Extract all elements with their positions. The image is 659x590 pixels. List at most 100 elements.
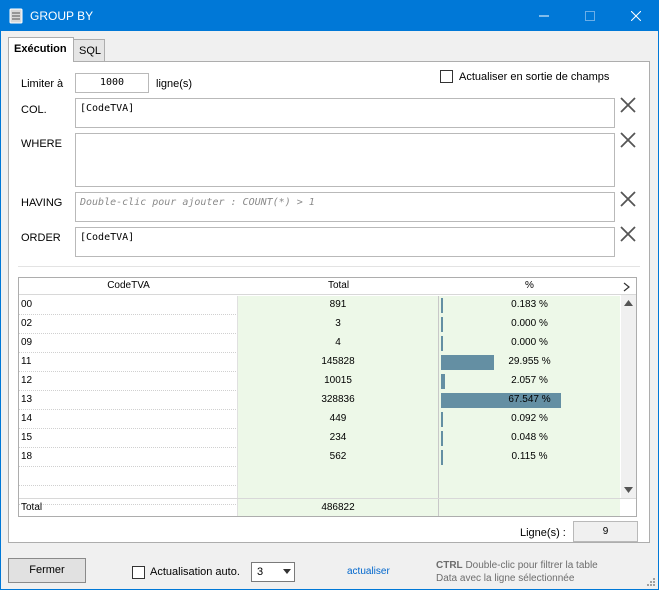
percent-label: 0.183 % [511,299,548,310]
rowcount-label: Ligne(s) : [520,527,566,539]
refresh-link[interactable]: actualiser [347,566,390,577]
cell-codetva: 18 [19,448,238,467]
order-field[interactable]: [CodeTVA] [75,227,615,257]
chevron-right-icon[interactable] [623,282,631,292]
percent-label: 0.000 % [511,318,548,329]
percent-label: 67.547 % [508,394,551,405]
having-field[interactable]: Double-clic pour ajouter : COUNT(*) > 1 [75,192,615,222]
cell-percent: 0.000 % [439,315,620,334]
total-percent-cell [439,499,620,516]
table-row[interactable]: 02 3 0.000 % [19,315,620,334]
table-row[interactable] [19,467,620,486]
separator [18,266,640,267]
table-row[interactable]: 13 328836 67.547 % [19,391,620,410]
having-label: HAVING [21,197,63,209]
percent-label: 0.000 % [511,337,548,348]
cell-total: 562 [238,448,439,467]
clear-having-icon[interactable] [619,190,637,208]
auto-refresh-label: Actualisation auto. [150,566,240,578]
cell-percent: 0.092 % [439,410,620,429]
triangle-up-icon [624,300,633,306]
scroll-up-button[interactable] [621,295,636,311]
table-row[interactable]: 14 449 0.092 % [19,410,620,429]
total-value: 486822 [238,499,439,516]
cell-percent: 67.547 % [439,391,620,410]
cell-codetva: 14 [19,410,238,429]
table-row[interactable]: 00 891 0.183 % [19,296,620,315]
cell-percent [439,467,620,486]
table-row[interactable]: 09 4 0.000 % [19,334,620,353]
cell-codetva: 09 [19,334,238,353]
cell-percent: 0.183 % [439,296,620,315]
close-icon [631,10,641,21]
maximize-icon [585,10,595,21]
clear-order-icon[interactable] [619,225,637,243]
cell-percent: 0.000 % [439,334,620,353]
cell-total: 10015 [238,372,439,391]
cell-total: 3 [238,315,439,334]
column-header-codetva[interactable]: CodeTVA [19,280,238,291]
tab-sql[interactable]: SQL [73,39,105,61]
close-window-button[interactable] [613,0,659,31]
clear-col-icon[interactable] [619,96,637,114]
hint-line2: Data avec la ligne sélectionnée [436,573,575,584]
cell-percent: 0.115 % [439,448,620,467]
cell-codetva: 00 [19,296,238,315]
col-field[interactable]: [CodeTVA] [75,98,615,128]
maximize-button[interactable] [567,0,613,31]
close-button[interactable]: Fermer [8,558,86,583]
table-row[interactable]: 15 234 0.048 % [19,429,620,448]
rowcount-value: 9 [573,521,638,542]
where-field[interactable] [75,133,615,187]
database-icon [9,8,23,24]
cell-total: 234 [238,429,439,448]
cell-codetva [19,467,238,486]
grid-header: CodeTVA Total % [19,278,636,295]
cell-codetva: 02 [19,315,238,334]
triangle-down-icon [624,487,633,493]
vertical-scrollbar[interactable] [621,295,636,498]
hint-key: CTRL [436,560,463,571]
cell-total: 891 [238,296,439,315]
window-title: GROUP BY [30,9,94,23]
table-row[interactable]: 18 562 0.115 % [19,448,620,467]
cell-codetva: 12 [19,372,238,391]
chevron-down-icon [283,569,291,574]
cell-codetva: 13 [19,391,238,410]
interval-select[interactable]: 3 [251,562,295,582]
cell-percent: 29.955 % [439,353,620,372]
limit-input[interactable]: 1000 [75,73,149,93]
results-grid[interactable]: CodeTVA Total % 00 891 0.183 % 02 3 0.000 % 09… [18,277,637,517]
cell-percent: 0.048 % [439,429,620,448]
column-header-total[interactable]: Total [238,280,439,291]
minimize-button[interactable] [521,0,567,31]
clear-where-icon[interactable] [619,131,637,149]
percent-label: 0.115 % [511,451,548,462]
cell-total: 145828 [238,353,439,372]
order-label: ORDER [21,232,61,244]
percent-label: 29.955 % [508,356,551,367]
grid-total-row: Total 486822 [19,498,636,516]
cell-total [238,467,439,486]
percent-label: 0.048 % [511,432,548,443]
cell-total: 328836 [238,391,439,410]
auto-refresh-checkbox[interactable] [132,566,145,579]
where-label: WHERE [21,138,62,150]
cell-total: 449 [238,410,439,429]
title-bar[interactable]: GROUP BY [0,0,659,31]
percent-label: 2.057 % [511,375,548,386]
table-row[interactable]: 11 145828 29.955 % [19,353,620,372]
limit-label: Limiter à [21,78,64,90]
cell-percent: 2.057 % [439,372,620,391]
tab-execution[interactable]: Exécution [8,37,74,62]
resize-grip-icon[interactable] [645,576,656,587]
limit-unit-label: ligne(s) [156,78,193,90]
col-label: COL. [21,104,47,116]
refresh-on-exit-checkbox[interactable] [440,70,453,83]
hint-line1: Double-clic pour filtrer la table [465,560,598,571]
table-row[interactable]: 12 10015 2.057 % [19,372,620,391]
cell-total: 4 [238,334,439,353]
scroll-down-button[interactable] [621,482,636,498]
hint-text: CTRL Double-clic pour filtrer la table D… [436,559,598,585]
column-header-percent[interactable]: % [439,280,620,291]
